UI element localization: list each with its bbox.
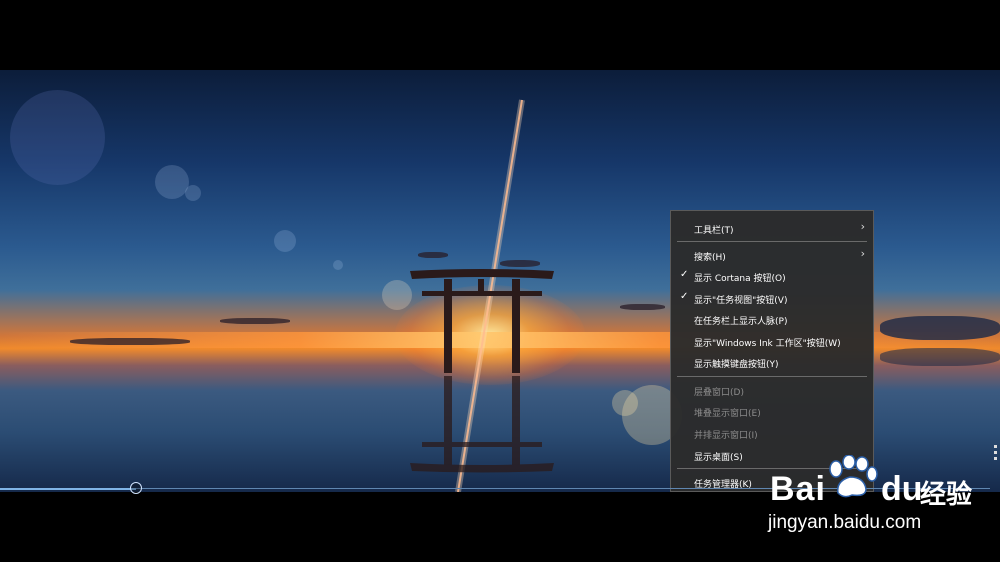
- check-icon: ✓: [680, 269, 689, 280]
- menu-item-stack-windows[interactable]: 堆叠显示窗口(E): [671, 401, 873, 421]
- check-icon: ✓: [680, 291, 689, 302]
- menu-item-search[interactable]: 搜索(H) ›: [671, 245, 873, 265]
- menu-item-show-task-view[interactable]: ✓ 显示"任务视图"按钮(V): [671, 288, 873, 308]
- watermark-brand-bai: Bai: [770, 470, 826, 508]
- menu-item-label: 堆叠显示窗口(E): [694, 409, 761, 419]
- video-progress-knob[interactable]: [130, 482, 142, 494]
- menu-item-show-windows-ink[interactable]: 显示"Windows Ink 工作区"按钮(W): [671, 331, 873, 351]
- menu-item-toolbars[interactable]: 工具栏(T) ›: [671, 218, 873, 238]
- watermark-brand-du: du: [881, 470, 923, 508]
- menu-item-label: 搜索(H): [694, 253, 726, 263]
- menu-item-show-people[interactable]: 在任务栏上显示人脉(P): [671, 309, 873, 329]
- baidu-jingyan-watermark: Bai du 经验 jingyan.baidu.com: [760, 455, 1000, 541]
- menu-separator: [677, 241, 867, 242]
- menu-separator: [677, 376, 867, 377]
- menu-item-label: 显示 Cortana 按钮(O): [694, 274, 786, 284]
- menu-item-label: 显示触摸键盘按钮(Y): [694, 360, 779, 370]
- menu-item-show-touch-keyboard[interactable]: 显示触摸键盘按钮(Y): [671, 352, 873, 372]
- menu-item-label: 显示桌面(S): [694, 453, 743, 463]
- menu-item-label: 在任务栏上显示人脉(P): [694, 317, 788, 327]
- video-letterbox-top: [0, 0, 1000, 70]
- chevron-right-icon: ›: [860, 220, 865, 233]
- watermark-product: 经验: [920, 480, 973, 510]
- chevron-right-icon: ›: [860, 247, 865, 260]
- watermark-url: jingyan.baidu.com: [768, 512, 922, 533]
- menu-item-label: 并排显示窗口(I): [694, 431, 758, 441]
- menu-item-side-by-side-windows[interactable]: 并排显示窗口(I): [671, 423, 873, 443]
- baidu-paw-logo: [829, 455, 878, 498]
- menu-item-label: 显示"任务视图"按钮(V): [694, 296, 788, 306]
- menu-item-label: 显示"Windows Ink 工作区"按钮(W): [694, 339, 841, 349]
- menu-item-label: 层叠窗口(D): [694, 388, 744, 398]
- menu-item-cascade-windows[interactable]: 层叠窗口(D): [671, 380, 873, 400]
- menu-item-show-cortana[interactable]: ✓ 显示 Cortana 按钮(O): [671, 266, 873, 286]
- video-progress-fill: [0, 488, 136, 490]
- menu-item-label: 工具栏(T): [694, 226, 734, 236]
- taskbar-context-menu: 工具栏(T) › 搜索(H) › ✓ 显示 Cortana 按钮(O) ✓ 显示…: [670, 210, 874, 492]
